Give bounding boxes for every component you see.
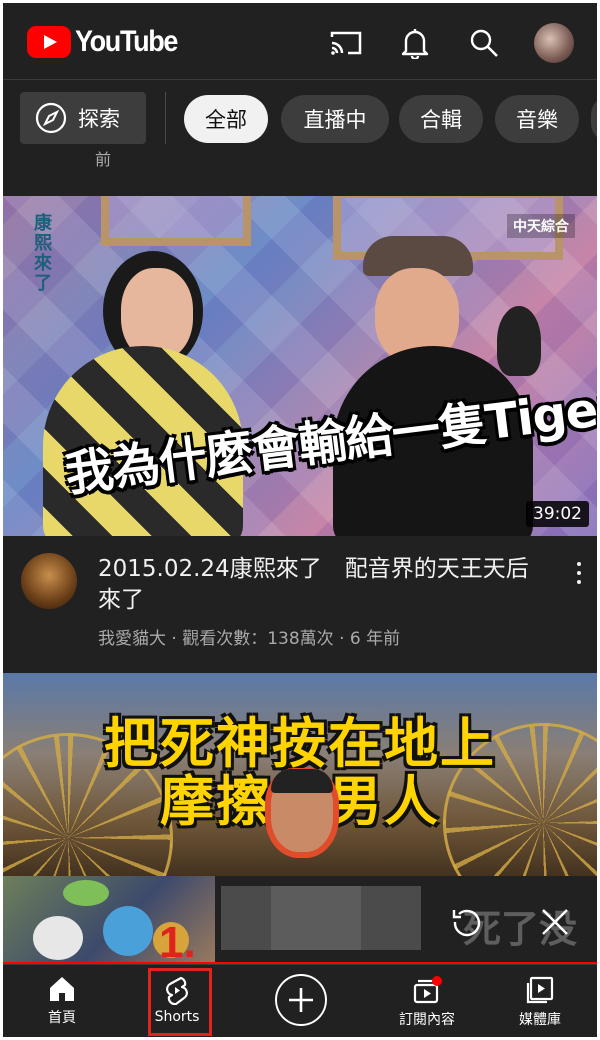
tv-channel-logo: 中天綜合 (507, 214, 575, 238)
chip-all[interactable]: 全部 (184, 95, 268, 143)
account-avatar[interactable] (534, 23, 574, 63)
chip-divider (165, 92, 166, 144)
view-count: 觀看次數：138萬次 (182, 629, 334, 649)
chip-more[interactable] (591, 95, 597, 143)
add-icon[interactable] (275, 974, 327, 1026)
previous-item-metadata: 前 (95, 151, 112, 167)
youtube-wordmark: YouTube (75, 25, 178, 58)
filter-chip-bar: 探索 全部 直播中 合輯 音樂 (3, 79, 597, 155)
bell-icon[interactable] (395, 23, 435, 63)
chip-live[interactable]: 直播中 (281, 95, 389, 143)
close-icon[interactable] (535, 902, 575, 942)
explore-label: 探索 (78, 107, 120, 131)
home-icon (50, 977, 74, 1001)
notification-dot (432, 976, 442, 986)
step-annotation: 1. (159, 918, 196, 967)
video-title[interactable]: 2015.02.24康熙來了 配音界的天王天后來了 (98, 554, 548, 616)
nav-home[interactable]: 首頁 (25, 965, 99, 1037)
nav-subscriptions-label: 訂閱內容 (399, 1012, 455, 1028)
video-duration: 39:02 (526, 501, 589, 527)
chip-music[interactable]: 音樂 (495, 95, 579, 143)
nav-library-label: 媒體庫 (519, 1012, 561, 1028)
youtube-play-icon (27, 26, 71, 58)
climber-hat (271, 769, 333, 793)
crow-figure (497, 306, 541, 376)
toy-figure (103, 906, 153, 956)
library-icon (526, 976, 554, 1004)
shorts-highlight-box (148, 968, 212, 1036)
cast-icon[interactable] (326, 23, 366, 63)
show-label: 康熙來了 (34, 213, 52, 294)
nav-subscriptions[interactable]: 訂閱內容 (387, 965, 467, 1037)
miniplayer[interactable]: 死了没 (3, 876, 597, 964)
nav-library[interactable]: 媒體庫 (503, 965, 577, 1037)
miniplayer-title-blurred (221, 886, 421, 950)
video-thumbnail[interactable]: 把死神按在地上 摩擦的男人 (3, 673, 597, 887)
upload-age: 6 年前 (349, 629, 401, 649)
toy-figure (63, 880, 109, 906)
app-screen: YouTube 探索 全部 直播中 合輯 音樂 前 康熙來了 中天綜合 我為什麼… (3, 3, 597, 1037)
meta-separator: · (171, 629, 177, 649)
replay-icon[interactable] (447, 902, 487, 942)
decor-frame (101, 196, 251, 246)
toy-figure (33, 916, 83, 960)
nav-home-label: 首頁 (48, 1010, 76, 1026)
subscriptions-icon (413, 976, 442, 1004)
search-icon[interactable] (464, 23, 504, 63)
video-thumbnail[interactable]: 康熙來了 中天綜合 我為什麼會輸給一隻Tiger 39:02 (3, 196, 597, 536)
chip-mixes[interactable]: 合輯 (399, 95, 483, 143)
video-metadata: 我愛貓大 · 觀看次數：138萬次 · 6 年前 (98, 624, 400, 649)
explore-button[interactable]: 探索 (20, 92, 146, 144)
top-app-bar: YouTube (3, 3, 597, 79)
youtube-logo[interactable]: YouTube (27, 25, 188, 59)
channel-name[interactable]: 我愛貓大 (98, 629, 166, 649)
compass-icon (35, 102, 67, 134)
more-options-icon[interactable] (569, 559, 589, 587)
channel-avatar[interactable] (21, 553, 77, 609)
meta-separator: · (339, 629, 345, 649)
